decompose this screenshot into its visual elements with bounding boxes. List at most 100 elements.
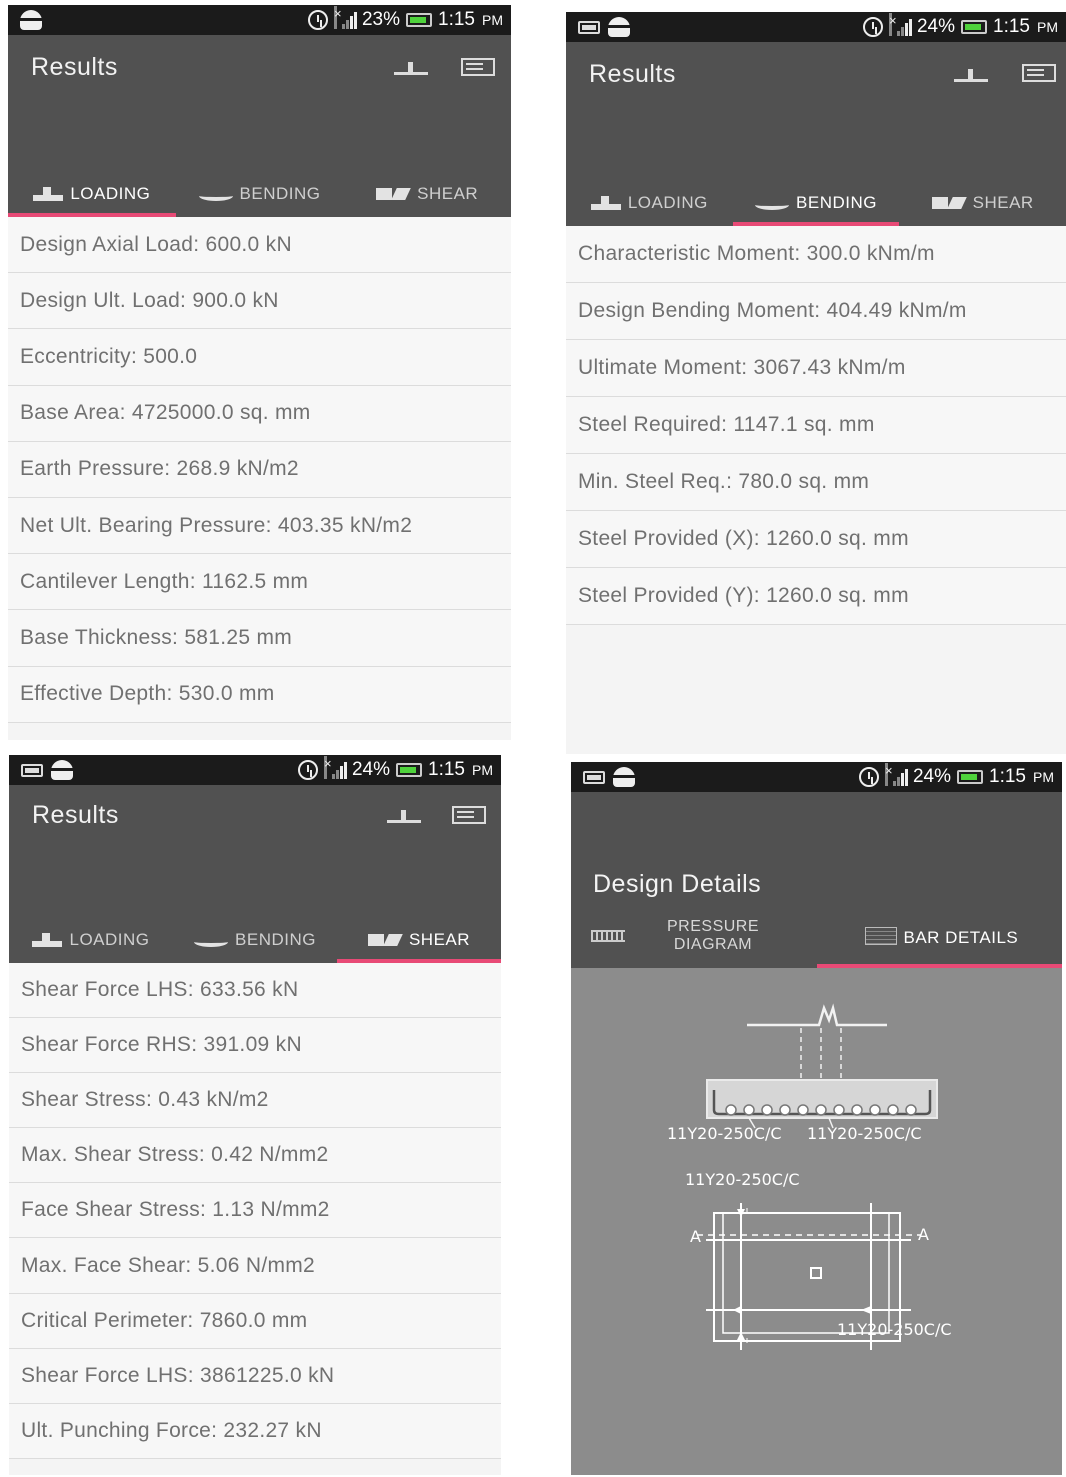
clock: 1:15 [428, 759, 465, 780]
result-row: Design Bending Moment: 404.49 kNm/m [566, 283, 1066, 340]
tab-loading-label: LOADING [70, 184, 151, 203]
bar-details-svg: 11Y20-250C/C 11Y20-250C/C 11Y20-250C/C A… [667, 1003, 952, 1350]
tab-loading[interactable]: LOADING [8, 171, 176, 217]
tab-bending[interactable]: BENDING [176, 171, 344, 217]
tab-bar: LOADING BENDING SHEAR [8, 171, 511, 217]
alarm-icon [858, 767, 879, 787]
sim-icon [578, 20, 600, 34]
result-row: Shear Force LHS: 633.56 kN [9, 963, 501, 1019]
tab-loading[interactable]: LOADING [566, 180, 733, 226]
bar-label-plan-bottom: 11Y20-250C/C [837, 1320, 952, 1339]
page-title: Results [32, 801, 119, 829]
pressure-diagram-icon [591, 930, 625, 942]
bending-results-list: Characteristic Moment: 300.0 kNm/m Design… [566, 226, 1066, 625]
bar-details-icon [864, 927, 897, 945]
android-icon [20, 10, 42, 30]
result-row: Characteristic Moment: 300.0 kNm/m [566, 226, 1066, 283]
bar-label-plan-top: 11Y20-250C/C [685, 1170, 800, 1189]
shear-icon [931, 197, 966, 209]
result-row: Base Thickness: 581.25 mm [8, 610, 511, 667]
bending-icon [198, 187, 233, 201]
result-row: Max. Face Shear: 5.06 N/mm2 [9, 1238, 501, 1294]
tab-bar: PRESSURE DIAGRAM BAR DETAILS [571, 908, 1062, 968]
shear-results-list: Shear Force LHS: 633.56 kN Shear Force RH… [9, 963, 501, 1459]
result-row: Steel Provided (Y): 1260.0 sq. mm [566, 568, 1066, 625]
alarm-icon [307, 10, 328, 30]
alarm-icon [862, 17, 883, 37]
section-marker-right: A [918, 1225, 929, 1244]
beam-icon[interactable] [954, 68, 988, 82]
result-row: Earth Pressure: 268.9 kN/m2 [8, 441, 511, 498]
beam-icon[interactable] [387, 809, 421, 823]
status-bar: × 24% 1:15 PM [571, 762, 1062, 792]
battery-percent: 23% [361, 9, 401, 30]
result-row: Cantilever Length: 1162.5 mm [8, 554, 511, 611]
tab-shear-label: SHEAR [408, 930, 471, 949]
android-icon [613, 767, 635, 787]
tab-shear-label: SHEAR [972, 193, 1034, 212]
status-bar: × 23% 1:15 PM [8, 5, 511, 35]
status-bar: × 24% 1:15 PM [566, 12, 1066, 42]
bending-icon [194, 933, 229, 947]
sim-icon [583, 770, 605, 784]
android-icon [51, 760, 73, 780]
result-row: Ultimate Moment: 3067.43 kNm/m [566, 340, 1066, 397]
tab-loading[interactable]: LOADING [9, 917, 173, 963]
tab-pressure-diagram[interactable]: PRESSURE DIAGRAM [571, 908, 817, 968]
tab-pressure-label-line1: PRESSURE [667, 918, 760, 935]
result-row: Max. Shear Stress: 0.42 N/mm2 [9, 1128, 501, 1184]
tab-shear[interactable]: SHEAR [343, 171, 511, 217]
result-row: Steel Required: 1147.1 sq. mm [566, 397, 1066, 454]
battery-icon [961, 20, 988, 34]
app-bar: Results LOADING BENDING SHEAR [566, 42, 1066, 226]
tab-loading-label: LOADING [627, 193, 708, 212]
result-row: Design Axial Load: 600.0 kN [8, 217, 511, 274]
list-check-icon[interactable] [452, 806, 486, 824]
page-title: Results [589, 60, 676, 88]
bar-label-section-left: 11Y20-250C/C [667, 1124, 782, 1143]
result-row: Eccentricity: 500.0 [8, 329, 511, 386]
sim-icon [21, 763, 43, 777]
results-screen-shear: × 24% 1:15 PM Results LOADING BENDING SHE… [9, 755, 501, 1475]
result-row: Effective Depth: 530.0 mm [8, 666, 511, 723]
tab-shear[interactable]: SHEAR [337, 917, 501, 963]
page-title: Design Details [593, 870, 762, 898]
clock: 1:15 [993, 16, 1030, 37]
battery-icon [957, 770, 984, 784]
shear-icon [367, 934, 402, 946]
battery-percent: 24% [351, 759, 391, 780]
shear-icon [376, 188, 410, 200]
tab-bending[interactable]: BENDING [732, 180, 900, 226]
result-row: Shear Stress: 0.43 kN/m2 [9, 1073, 501, 1129]
tab-bar-details[interactable]: BAR DETAILS [816, 908, 1063, 968]
result-row: Design Ult. Load: 900.0 kN [8, 273, 511, 330]
clock-ampm: PM [1037, 19, 1058, 35]
design-details-screen: × 24% 1:15 PM Design Details PRESSURE DIA… [571, 762, 1062, 1475]
clock-ampm: PM [482, 12, 503, 28]
list-check-icon[interactable] [1022, 64, 1056, 82]
result-row: Steel Provided (X): 1260.0 sq. mm [566, 511, 1066, 568]
loading-results-list: Design Axial Load: 600.0 kN Design Ult. L… [8, 217, 511, 723]
battery-icon [396, 763, 423, 777]
tab-pressure-label: PRESSURE DIAGRAM [667, 918, 759, 954]
android-icon [608, 17, 630, 37]
result-row: Critical Perimeter: 7860.0 mm [9, 1293, 501, 1349]
list-check-icon[interactable] [461, 58, 495, 76]
loading-icon [590, 196, 621, 210]
beam-icon[interactable] [394, 61, 428, 75]
tab-bending-label: BENDING [796, 193, 877, 212]
result-row: Shear Force RHS: 391.09 kN [9, 1018, 501, 1074]
tab-bar-details-label: BAR DETAILS [903, 928, 1019, 947]
status-bar: × 24% 1:15 PM [9, 755, 501, 785]
clock-ampm: PM [472, 762, 493, 778]
loading-icon [33, 187, 64, 201]
tab-shear-label: SHEAR [417, 184, 479, 203]
result-row: Net Ult. Bearing Pressure: 403.35 kN/m2 [8, 497, 511, 555]
tab-bending[interactable]: BENDING [173, 917, 337, 963]
tab-pressure-label-line2: DIAGRAM [673, 936, 753, 953]
tab-shear[interactable]: SHEAR [899, 180, 1066, 226]
tab-loading-label: LOADING [69, 930, 150, 949]
signal-icon: × [888, 13, 912, 37]
signal-icon: × [323, 756, 347, 780]
page-title: Results [31, 53, 118, 81]
